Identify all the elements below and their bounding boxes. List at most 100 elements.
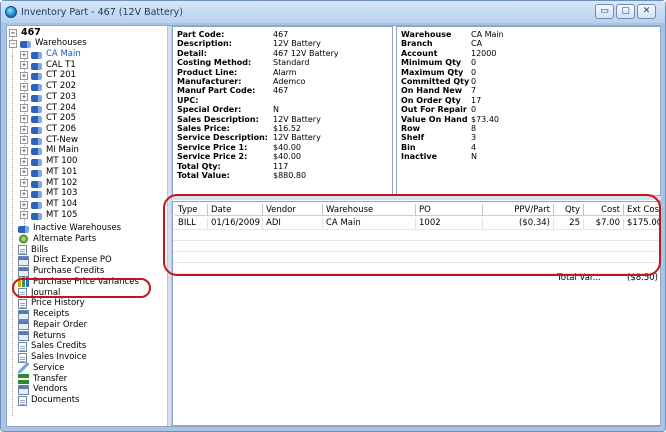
table-cell[interactable]: CA Main (323, 218, 416, 229)
arrows-icon (18, 374, 29, 384)
part-field: Service Description: 12V Battery (177, 133, 390, 142)
tree-node-returns[interactable]: Returns (18, 331, 67, 342)
expand-icon[interactable]: + (20, 82, 28, 91)
column-header-ppv-part[interactable]: PPV/Part (483, 204, 554, 216)
expand-icon[interactable]: + (20, 93, 28, 102)
tree-node-sales-credits[interactable]: Sales Credits (18, 341, 87, 352)
warehouse-field: Inactive N (401, 152, 658, 161)
expand-icon[interactable]: + (20, 200, 28, 209)
column-header-cost[interactable]: Cost (584, 204, 624, 216)
warehouse-field: Maximum Qty 0 (401, 68, 658, 77)
warehouse-field-label: Bin (401, 142, 416, 152)
document-icon (18, 288, 27, 298)
document-icon (18, 245, 27, 255)
tree-node-warehouses[interactable]: − Warehouses (9, 38, 88, 49)
tree-node-direct-expense-po[interactable]: Direct Expense PO (18, 255, 113, 266)
expand-icon[interactable]: + (20, 125, 28, 134)
column-header-date[interactable]: Date (208, 204, 263, 216)
column-header-warehouse[interactable]: Warehouse (323, 204, 416, 216)
tree-node-warehouse[interactable]: + MT 104 (20, 199, 78, 210)
tree-node-warehouse[interactable]: + MT 101 (20, 167, 78, 178)
tree-node-warehouse[interactable]: + CT 201 (20, 70, 77, 81)
table-cell[interactable]: BILL (175, 218, 208, 229)
part-field: UPC: (177, 96, 390, 105)
expand-icon[interactable]: + (20, 189, 28, 198)
warehouse-field-label: Minimum Qty (401, 58, 462, 68)
table-cell[interactable]: 01/16/2009 (208, 218, 263, 229)
expand-icon[interactable]: + (20, 71, 28, 80)
tree-node-warehouse[interactable]: + CT-New (20, 135, 79, 146)
tree-node-warehouse[interactable]: + CAL T1 (20, 60, 77, 71)
part-field-label: Description: (177, 39, 232, 49)
grid-row-divider (173, 262, 660, 263)
part-field-label: Service Description: (177, 133, 268, 143)
column-header-type[interactable]: Type (175, 204, 208, 216)
warehouse-field-label: Shelf (401, 133, 425, 143)
tree-node-warehouse[interactable]: + MT 105 (20, 210, 78, 221)
column-header-qty[interactable]: Qty (554, 204, 584, 216)
tree-node-warehouse[interactable]: + MT 103 (20, 188, 78, 199)
expand-icon[interactable]: + (20, 136, 28, 145)
tree-node-inactive-warehouses[interactable]: Inactive Warehouses (18, 223, 122, 234)
tree-node-warehouse[interactable]: + MT 100 (20, 156, 78, 167)
tree-node-purchase-credits[interactable]: Purchase Credits (18, 266, 105, 277)
horizontal-splitter[interactable] (172, 196, 661, 200)
tree-root[interactable]: − 467 (9, 27, 42, 38)
tree-node-vendors[interactable]: Vendors (18, 384, 68, 395)
tree-node-receipts[interactable]: Receipts (18, 309, 70, 320)
tree-node-price-history[interactable]: Price History (18, 298, 86, 309)
expand-icon[interactable]: + (20, 157, 28, 166)
tree-node-transfer[interactable]: Transfer (18, 374, 68, 385)
warehouse-field-value: 12000 (471, 48, 497, 58)
table-cell[interactable]: ADI (263, 218, 323, 229)
table-cell[interactable]: $7.00 (584, 218, 624, 229)
minimize-button[interactable]: ▭ (595, 4, 614, 19)
expand-icon[interactable]: + (20, 211, 28, 220)
tree-node-service[interactable]: Service (18, 363, 65, 374)
column-header-po[interactable]: PO (416, 204, 483, 216)
tree-node-purchase-price-variances[interactable]: Purchase Price Variances (18, 277, 140, 288)
tree-node-warehouse[interactable]: + CT 206 (20, 124, 77, 135)
tree-node-warehouse[interactable]: + CT 204 (20, 103, 77, 114)
part-field-label: Total Value: (177, 171, 230, 180)
tree-node-documents[interactable]: Documents (18, 395, 80, 406)
tree-node-warehouse[interactable]: + CA Main (20, 49, 82, 60)
expand-icon[interactable]: + (20, 61, 28, 70)
column-header-ext-cost[interactable]: Ext Cost (624, 204, 660, 216)
tree-node-repair-order[interactable]: Repair Order (18, 320, 88, 331)
collapse-icon[interactable]: − (9, 28, 17, 37)
expand-icon[interactable]: + (20, 168, 28, 177)
part-field: Manuf Part Code: 467 (177, 86, 390, 95)
expand-icon[interactable]: + (20, 104, 28, 113)
tree-node-alternate-parts[interactable]: Alternate Parts (18, 234, 97, 245)
warehouse-truck-icon (31, 84, 42, 92)
maximize-button[interactable]: ▢ (616, 4, 635, 19)
warehouse-field: Out For Repair 0 (401, 105, 658, 114)
expand-icon[interactable]: + (20, 50, 28, 59)
table-cell[interactable]: $175.00 (624, 218, 660, 229)
collapse-icon[interactable]: − (9, 39, 17, 48)
column-header-vendor[interactable]: Vendor (263, 204, 323, 216)
table-cell[interactable]: ($0.34) (483, 218, 554, 229)
part-field-value: $16.52 (273, 124, 301, 133)
part-field: Service Price 1: $40.00 (177, 143, 390, 152)
tree-node-journal[interactable]: Journal (18, 288, 61, 299)
warehouse-truck-icon (31, 137, 42, 145)
tree-node-warehouse[interactable]: + MI Main (20, 145, 80, 156)
table-cell[interactable]: 1002 (416, 218, 483, 229)
tree-node-bills[interactable]: Bills (18, 245, 49, 256)
expand-icon[interactable]: + (20, 146, 28, 155)
close-button[interactable]: ✕ (637, 4, 656, 19)
part-field-label: Costing Method: (177, 58, 252, 68)
tree-node-warehouse[interactable]: + CT 202 (20, 81, 77, 92)
part-field-value: 467 (273, 30, 289, 39)
tree-node-warehouse[interactable]: + CT 205 (20, 113, 77, 124)
part-field-value: 117 (273, 161, 289, 171)
expand-icon[interactable]: + (20, 179, 28, 188)
table-cell[interactable]: 25 (554, 218, 584, 229)
tree-node-warehouse[interactable]: + CT 203 (20, 92, 77, 103)
warehouse-field-value: 0 (471, 58, 477, 68)
expand-icon[interactable]: + (20, 114, 28, 123)
tree-node-warehouse[interactable]: + MT 102 (20, 178, 78, 189)
tree-node-sales-invoice[interactable]: Sales Invoice (18, 352, 88, 363)
